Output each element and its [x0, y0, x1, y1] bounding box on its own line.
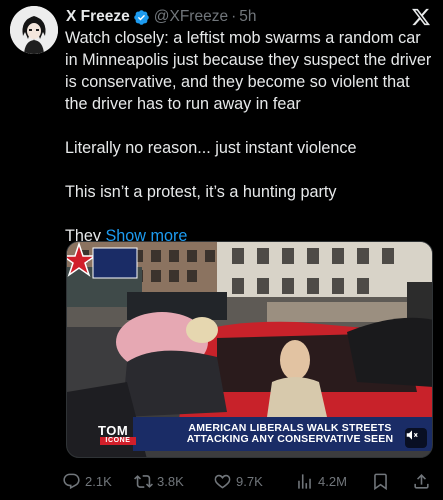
tweet[interactable]: X Freeze @XFreeze · 5h Watch closely: a …: [0, 0, 443, 500]
video-caption: AMERICAN LIBERALS WALK STREETS ATTACKING…: [175, 423, 405, 445]
separator-dot: ·: [231, 8, 237, 25]
tweet-text: Watch closely: a leftist mob swarms a ra…: [65, 27, 435, 247]
reply-icon: [63, 473, 80, 489]
mute-button[interactable]: [405, 428, 427, 448]
bookmark-icon: [374, 473, 387, 490]
repost-button[interactable]: 3.8K: [134, 470, 184, 492]
channel-logo-icon: [67, 242, 138, 279]
timestamp[interactable]: 5h: [239, 8, 256, 26]
action-bar: 2.1K 3.8K 9.7K 4.2M: [62, 470, 437, 492]
video-player[interactable]: AMERICAN LIBERALS WALK STREETS ATTACKING…: [66, 241, 433, 458]
avatar-image: [10, 6, 58, 54]
heart-icon: [214, 474, 231, 489]
avatar[interactable]: [10, 6, 58, 54]
verified-badge-icon: [134, 9, 149, 25]
caption-line: ATTACKING ANY CONSERVATIVE SEEN: [186, 433, 394, 445]
x-logo-icon: [412, 8, 431, 26]
repost-count: 3.8K: [157, 473, 184, 489]
views-icon: [298, 473, 311, 489]
reply-count: 2.1K: [85, 473, 112, 489]
bookmark-button[interactable]: [371, 470, 394, 492]
volume-muted-icon: [406, 430, 418, 440]
display-name[interactable]: X Freeze: [66, 8, 130, 26]
like-button[interactable]: 9.7K: [213, 470, 263, 492]
tweet-paragraph: Watch closely: a leftist mob swarms a ra…: [65, 29, 436, 113]
share-icon: [414, 473, 429, 489]
repost-icon: [134, 474, 153, 488]
views-count: 4.2M: [318, 473, 347, 489]
tweet-header: X Freeze @XFreeze · 5h: [66, 6, 431, 28]
handle[interactable]: @XFreeze: [154, 8, 228, 26]
like-count: 9.7K: [236, 473, 263, 489]
tweet-paragraph: This isn’t a protest, it’s a hunting par…: [65, 183, 337, 201]
tweet-paragraph: Literally no reason... just instant viol…: [65, 139, 357, 157]
channel-logo-text: TOM: [98, 423, 129, 438]
channel-logo-subtext: ICONE: [100, 437, 136, 445]
views-button[interactable]: 4.2M: [295, 470, 347, 492]
share-button[interactable]: [412, 470, 435, 492]
reply-button[interactable]: 2.1K: [62, 470, 112, 492]
